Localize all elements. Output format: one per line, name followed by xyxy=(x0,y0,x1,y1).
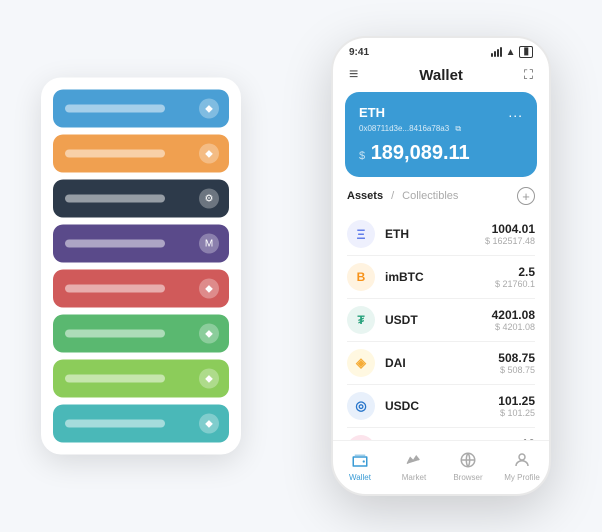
stack-card-6[interactable]: ◆ xyxy=(53,315,229,353)
card-label-7 xyxy=(65,375,165,383)
bottom-nav-wallet[interactable]: Wallet xyxy=(333,449,387,482)
eth-balance-card[interactable]: ETH ... 0x08711d3e...8416a78a3 ⧉ $ 189,0… xyxy=(345,92,537,177)
asset-values-eth: 1004.01 $ 162517.48 xyxy=(485,222,535,246)
card-stack: ◆ ◆ ⚙ M ◆ ◆ ◆ ◆ xyxy=(41,78,241,455)
bottom-nav-browser[interactable]: Browser xyxy=(441,449,495,482)
asset-values-imbtc: 2.5 $ 21760.1 xyxy=(495,265,535,289)
asset-usd-eth: $ 162517.48 xyxy=(485,236,535,246)
card-label-2 xyxy=(65,150,165,158)
add-asset-button[interactable]: + xyxy=(517,187,535,205)
menu-icon[interactable]: ≡ xyxy=(349,66,358,84)
asset-amount-usdt: 4201.08 xyxy=(492,308,535,322)
card-label-8 xyxy=(65,420,165,428)
bottom-nav-market[interactable]: Market xyxy=(387,449,441,482)
asset-name-dai: DAI xyxy=(385,356,498,370)
stack-card-7[interactable]: ◆ xyxy=(53,360,229,398)
eth-card-menu-icon[interactable]: ... xyxy=(508,104,523,120)
asset-amount-imbtc: 2.5 xyxy=(495,265,535,279)
expand-icon[interactable]: ⛶ xyxy=(524,67,533,83)
asset-item-dai[interactable]: ◈ DAI 508.75 $ 508.75 xyxy=(347,342,535,385)
asset-name-usdc: USDC xyxy=(385,399,498,413)
bottom-nav-profile[interactable]: My Profile xyxy=(495,449,549,482)
bottom-nav: Wallet Market Browser xyxy=(333,440,549,494)
asset-list: Ξ ETH 1004.01 $ 162517.48 B imBTC 2.5 $ … xyxy=(333,213,549,440)
eth-card-balance: $ 189,089.11 xyxy=(359,142,523,165)
copy-icon[interactable]: ⧉ xyxy=(455,124,461,133)
signal-icon xyxy=(491,47,502,57)
asset-item-eth[interactable]: Ξ ETH 1004.01 $ 162517.48 xyxy=(347,213,535,256)
stack-card-8[interactable]: ◆ xyxy=(53,405,229,443)
card-icon-3: ⚙ xyxy=(199,189,219,209)
status-icons: ▲ ▮ xyxy=(491,46,533,58)
card-icon-8: ◆ xyxy=(199,414,219,434)
status-bar: 9:41 ▲ ▮ xyxy=(333,38,549,62)
wallet-nav-icon xyxy=(349,449,371,471)
tab-collectibles[interactable]: Collectibles xyxy=(402,190,458,202)
asset-icon-imbtc: B xyxy=(347,263,375,291)
asset-usd-usdc: $ 101.25 xyxy=(498,408,535,418)
asset-values-usdc: 101.25 $ 101.25 xyxy=(498,394,535,418)
asset-amount-usdc: 101.25 xyxy=(498,394,535,408)
asset-usd-dai: $ 508.75 xyxy=(498,365,535,375)
asset-item-usdc[interactable]: ◎ USDC 101.25 $ 101.25 xyxy=(347,385,535,428)
card-icon-7: ◆ xyxy=(199,369,219,389)
eth-card-header: ETH ... xyxy=(359,104,523,120)
asset-usd-imbtc: $ 21760.1 xyxy=(495,279,535,289)
stack-card-4[interactable]: M xyxy=(53,225,229,263)
eth-card-address: 0x08711d3e...8416a78a3 ⧉ xyxy=(359,124,523,134)
card-icon-4: M xyxy=(199,234,219,254)
stack-card-2[interactable]: ◆ xyxy=(53,135,229,173)
wifi-icon: ▲ xyxy=(506,47,516,58)
card-label-3 xyxy=(65,195,165,203)
page-title: Wallet xyxy=(419,67,463,84)
phone-nav-bar: ≡ Wallet ⛶ xyxy=(333,62,549,92)
stack-card-1[interactable]: ◆ xyxy=(53,90,229,128)
asset-amount-dai: 508.75 xyxy=(498,351,535,365)
card-label-6 xyxy=(65,330,165,338)
battery-icon: ▮ xyxy=(519,46,533,58)
card-icon-6: ◆ xyxy=(199,324,219,344)
assets-header: Assets / Collectibles + xyxy=(333,187,549,213)
asset-icon-eth: Ξ xyxy=(347,220,375,248)
asset-icon-usdc: ◎ xyxy=(347,392,375,420)
card-icon-1: ◆ xyxy=(199,99,219,119)
asset-icon-usdt: ₮ xyxy=(347,306,375,334)
bottom-nav-wallet-label: Wallet xyxy=(349,473,371,482)
status-time: 9:41 xyxy=(349,47,369,58)
bottom-nav-browser-label: Browser xyxy=(453,473,482,482)
tab-assets[interactable]: Assets xyxy=(347,190,383,202)
phone: 9:41 ▲ ▮ ≡ Wallet ⛶ ETH ... xyxy=(331,36,551,496)
asset-item-imbtc[interactable]: B imBTC 2.5 $ 21760.1 xyxy=(347,256,535,299)
stack-card-3[interactable]: ⚙ xyxy=(53,180,229,218)
browser-nav-icon xyxy=(457,449,479,471)
card-label-5 xyxy=(65,285,165,293)
asset-amount-eth: 1004.01 xyxy=(485,222,535,236)
asset-icon-dai: ◈ xyxy=(347,349,375,377)
card-label-4 xyxy=(65,240,165,248)
tab-divider: / xyxy=(391,190,394,202)
scene: ◆ ◆ ⚙ M ◆ ◆ ◆ ◆ xyxy=(21,16,581,516)
card-label-1 xyxy=(65,105,165,113)
asset-values-usdt: 4201.08 $ 4201.08 xyxy=(492,308,535,332)
asset-item-usdt[interactable]: ₮ USDT 4201.08 $ 4201.08 xyxy=(347,299,535,342)
asset-name-eth: ETH xyxy=(385,227,485,241)
card-icon-2: ◆ xyxy=(199,144,219,164)
stack-card-5[interactable]: ◆ xyxy=(53,270,229,308)
asset-values-dai: 508.75 $ 508.75 xyxy=(498,351,535,375)
assets-tabs: Assets / Collectibles xyxy=(347,190,458,202)
asset-name-usdt: USDT xyxy=(385,313,492,327)
market-nav-icon xyxy=(403,449,425,471)
profile-nav-icon xyxy=(511,449,533,471)
asset-name-imbtc: imBTC xyxy=(385,270,495,284)
asset-item-tft[interactable]: 🐦 TFT 13 0 xyxy=(347,428,535,440)
bottom-nav-market-label: Market xyxy=(402,473,426,482)
bottom-nav-profile-label: My Profile xyxy=(504,473,540,482)
asset-usd-usdt: $ 4201.08 xyxy=(492,322,535,332)
card-icon-5: ◆ xyxy=(199,279,219,299)
eth-card-name: ETH xyxy=(359,105,385,120)
